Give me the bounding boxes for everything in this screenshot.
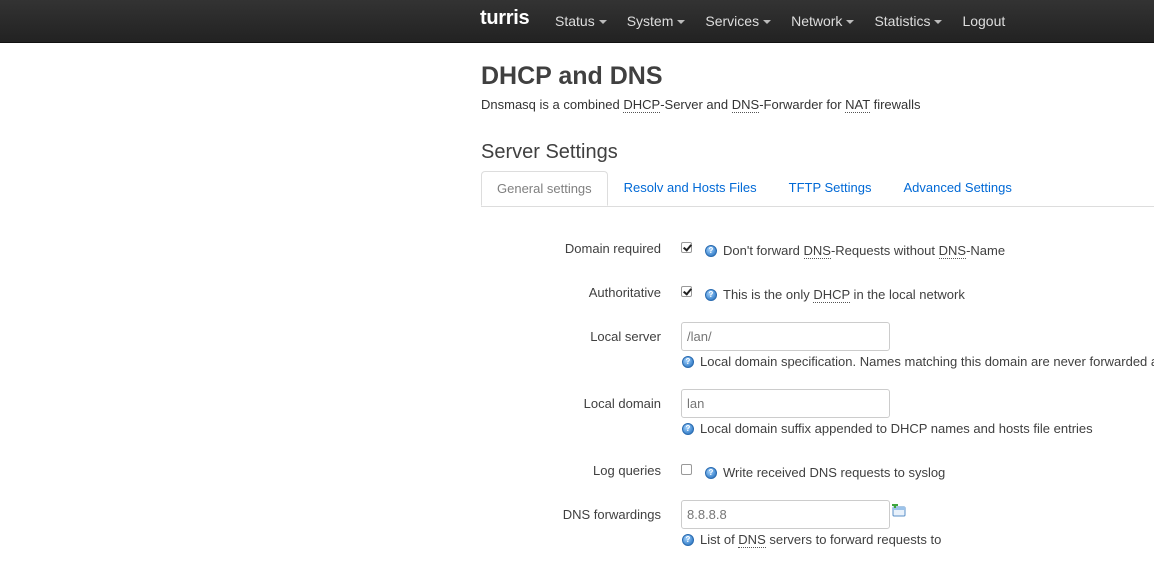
field-hint: Local domain specification. Names matchi… [700, 354, 1154, 369]
abbr-dns: DNS [803, 243, 831, 259]
abbr-dhcp: DHCP [813, 287, 850, 303]
log-queries-checkbox[interactable] [681, 464, 692, 475]
menu-logout[interactable]: Logout [952, 0, 1015, 42]
tab-advanced-settings[interactable]: Advanced Settings [887, 171, 1027, 206]
menu-system-label: System [626, 13, 674, 29]
local-server-input[interactable] [681, 322, 890, 351]
help-icon: ? [682, 423, 694, 435]
tab-tftp-settings[interactable]: TFTP Settings [773, 171, 888, 206]
hint-text: in the local network [849, 287, 965, 302]
abbr-dns: DNS [738, 532, 766, 548]
section-title: Server Settings [481, 141, 618, 163]
description-text: firewalls [869, 97, 921, 112]
help-icon: ? [682, 356, 694, 368]
hint-text: -Name [966, 243, 1006, 258]
local-domain-input[interactable] [681, 389, 890, 418]
caret-down-icon [846, 20, 855, 25]
hint-text: This is the only [723, 287, 814, 302]
field-label: Domain required [564, 241, 661, 256]
description-text: Dnsmasq is a combined [481, 97, 624, 112]
abbr-dns: DNS [938, 243, 967, 259]
menu-system[interactable]: System [617, 0, 696, 42]
hint-text: Don't forward [723, 243, 804, 258]
menu-status-label: Status [555, 13, 595, 29]
field-hint: Local domain suffix appended to DHCP nam… [700, 421, 1093, 436]
menu-statistics-label: Statistics [874, 13, 931, 29]
menu-statistics[interactable]: Statistics [864, 0, 952, 42]
field-label: Log queries [593, 463, 661, 478]
caret-down-icon [598, 20, 607, 25]
main-menu: Status System Services Network Statistic… [545, 0, 1015, 42]
tab-general-settings[interactable]: General settings [481, 171, 608, 206]
add-entry-icon[interactable] [892, 504, 906, 517]
authoritative-checkbox[interactable] [681, 286, 692, 297]
menu-services[interactable]: Services [695, 0, 781, 42]
help-icon: ? [705, 245, 717, 257]
domain-required-checkbox[interactable] [681, 242, 692, 253]
brand-logo[interactable]: turris [480, 7, 530, 30]
menu-status[interactable]: Status [545, 0, 617, 42]
caret-down-icon [763, 20, 772, 25]
field-label: Authoritative [588, 285, 661, 300]
field-hint: Write received DNS requests to syslog [723, 465, 946, 480]
hint-text: List of [700, 532, 739, 547]
help-icon: ? [682, 534, 694, 546]
menu-network[interactable]: Network [781, 0, 864, 42]
field-hint: This is the only DHCP in the local netwo… [723, 287, 965, 303]
menu-services-label: Services [705, 13, 760, 29]
field-label: Local server [590, 329, 661, 344]
field-label: Local domain [583, 396, 661, 411]
caret-down-icon [677, 20, 686, 25]
menu-network-label: Network [791, 13, 843, 29]
help-icon: ? [705, 289, 717, 301]
tab-resolv-hosts-files[interactable]: Resolv and Hosts Files [608, 171, 773, 206]
field-hint: List of DNS servers to forward requests … [700, 532, 942, 548]
hint-text: -Requests without [830, 243, 939, 258]
hint-text: servers to forward requests to [765, 532, 942, 547]
abbr-dhcp: DHCP [623, 97, 661, 113]
help-icon: ? [705, 467, 717, 479]
abbr-nat: NAT [845, 97, 870, 113]
abbr-dns: DNS [731, 97, 760, 113]
description-text: -Forwarder for [759, 97, 846, 112]
caret-down-icon [934, 20, 943, 25]
field-hint: Don't forward DNS-Requests without DNS-N… [723, 243, 1006, 259]
dns-forwardings-input[interactable] [681, 500, 890, 529]
description-text: -Server and [660, 97, 732, 112]
top-navbar: turris Status System Services Network St… [0, 0, 1154, 43]
settings-tabs: General settings Resolv and Hosts Files … [481, 171, 1154, 207]
field-label: DNS forwardings [562, 507, 661, 522]
page-title: DHCP and DNS [481, 62, 663, 90]
menu-logout-label: Logout [962, 13, 1006, 29]
page-description: Dnsmasq is a combined DHCP-Server and DN… [481, 97, 921, 113]
